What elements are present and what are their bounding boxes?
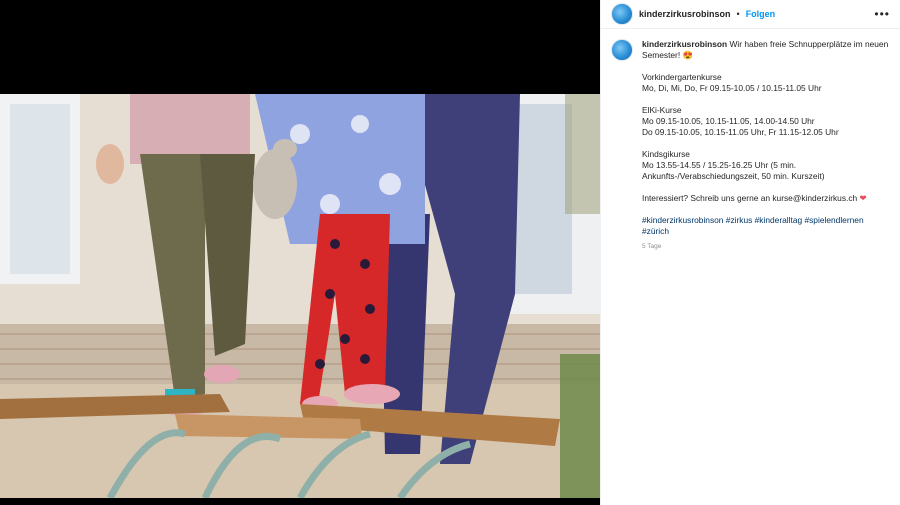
post-time[interactable]: 5 Tage <box>642 241 890 252</box>
more-options-icon[interactable]: ••• <box>874 7 890 21</box>
header-username[interactable]: kinderzirkusrobinson <box>639 9 731 19</box>
caption-block: kinderzirkusrobinson Wir haben freie Sch… <box>601 29 900 252</box>
caption-text: kinderzirkusrobinson Wir haben freie Sch… <box>642 39 890 252</box>
follow-button[interactable]: Folgen <box>746 9 776 19</box>
section-kindsgi: Kindsgikurse Mo 13.55-14.55 / 15.25-16.2… <box>642 149 890 182</box>
hashtags[interactable]: #kinderzirkusrobinson #zirkus #kinderall… <box>642 215 890 237</box>
avatar[interactable] <box>611 3 633 25</box>
section-title: ElKi-Kurse <box>642 105 682 115</box>
separator: • <box>736 9 740 19</box>
section-line: Mo 09.15-10.05, 10.15-11.05, 14.00-14.50… <box>642 116 815 126</box>
section-line: Do 09.15-10.05, 10.15-11.05 Uhr, Fr 11.1… <box>642 127 839 137</box>
section-title: Kindsgikurse <box>642 149 690 159</box>
section-title: Vorkindergartenkurse <box>642 72 722 82</box>
caption-username[interactable]: kinderzirkusrobinson <box>642 39 727 49</box>
section-line: Mo, Di, Mi, Do, Fr 09.15-10.05 / 10.15-1… <box>642 83 822 93</box>
section-elki: ElKi-Kurse Mo 09.15-10.05, 10.15-11.05, … <box>642 105 890 138</box>
section-line: Mo 13.55-14.55 / 15.25-16.25 Uhr (5 min.… <box>642 160 825 181</box>
call-to-action: Interessiert? Schreib uns gerne an kurse… <box>642 193 890 204</box>
post-header: kinderzirkusrobinson • Folgen ••• <box>601 0 900 29</box>
cta-text: Interessiert? Schreib uns gerne an kurse… <box>642 193 858 203</box>
heart-icon: ❤ <box>859 193 867 203</box>
post-photo <box>0 94 600 498</box>
section-vorkindergarten: Vorkindergartenkurse Mo, Di, Mi, Do, Fr … <box>642 72 890 94</box>
caption-avatar[interactable] <box>611 39 633 61</box>
post-media[interactable] <box>0 0 600 505</box>
post-sidebar: kinderzirkusrobinson • Folgen ••• kinder… <box>600 0 900 505</box>
